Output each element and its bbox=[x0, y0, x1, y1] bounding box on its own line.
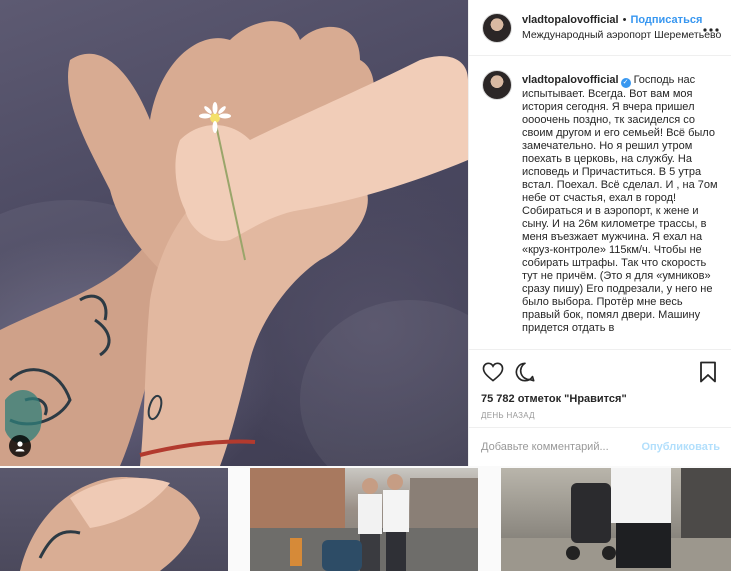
header-username[interactable]: vladtopalovofficial bbox=[522, 14, 619, 26]
header-text: vladtopalovofficial • Подписаться Междун… bbox=[522, 14, 721, 41]
caption-text: Господь нас испытывает. Всегда. Вот вам … bbox=[522, 74, 718, 334]
publish-button[interactable]: Опубликовать bbox=[641, 441, 720, 453]
user-tag-icon[interactable] bbox=[9, 435, 31, 457]
more-posts-strip bbox=[0, 466, 731, 571]
caption-area[interactable]: vladtopalovofficial ✓ Господь нас испытыва… bbox=[469, 56, 731, 349]
caption: vladtopalovofficial ✓ Господь нас испытыва… bbox=[522, 74, 719, 335]
more-icon[interactable] bbox=[701, 19, 721, 37]
post-header: vladtopalovofficial • Подписаться Междун… bbox=[469, 0, 731, 56]
hands-illustration bbox=[0, 21, 468, 466]
post-thumbnail[interactable] bbox=[0, 468, 228, 571]
avatar[interactable] bbox=[482, 12, 512, 43]
follow-button[interactable]: Подписаться bbox=[630, 14, 702, 26]
comment-icon[interactable] bbox=[513, 360, 537, 384]
post-thumbnail[interactable] bbox=[250, 468, 478, 571]
comment-input[interactable] bbox=[481, 441, 642, 453]
post-sidebar: vladtopalovofficial • Подписаться Междун… bbox=[468, 0, 731, 466]
post-actions: 75 782 отметок "Нравится" ДЕНЬ НАЗАД bbox=[469, 349, 731, 420]
post-photo[interactable] bbox=[0, 0, 468, 466]
caption-username[interactable]: vladtopalovofficial bbox=[522, 74, 619, 86]
heart-icon[interactable] bbox=[481, 360, 505, 384]
likes-count[interactable]: 75 782 отметок "Нравится" bbox=[481, 393, 720, 405]
verified-badge-icon: ✓ bbox=[620, 78, 631, 88]
post-thumbnail[interactable] bbox=[501, 468, 731, 571]
separator-dot: • bbox=[622, 14, 627, 26]
thumbnail-image bbox=[501, 468, 731, 571]
action-icons bbox=[481, 360, 720, 384]
location-link[interactable]: Международный аэропорт Шереметьево bbox=[522, 29, 721, 41]
post-time[interactable]: ДЕНЬ НАЗАД bbox=[481, 411, 720, 420]
thumbnail-image bbox=[20, 477, 200, 571]
comment-form: Опубликовать bbox=[469, 427, 731, 466]
bookmark-icon[interactable] bbox=[696, 360, 720, 384]
header-line: vladtopalovofficial • Подписаться bbox=[522, 14, 702, 26]
caption-avatar[interactable] bbox=[482, 70, 512, 100]
thumbnail-image bbox=[250, 468, 478, 571]
